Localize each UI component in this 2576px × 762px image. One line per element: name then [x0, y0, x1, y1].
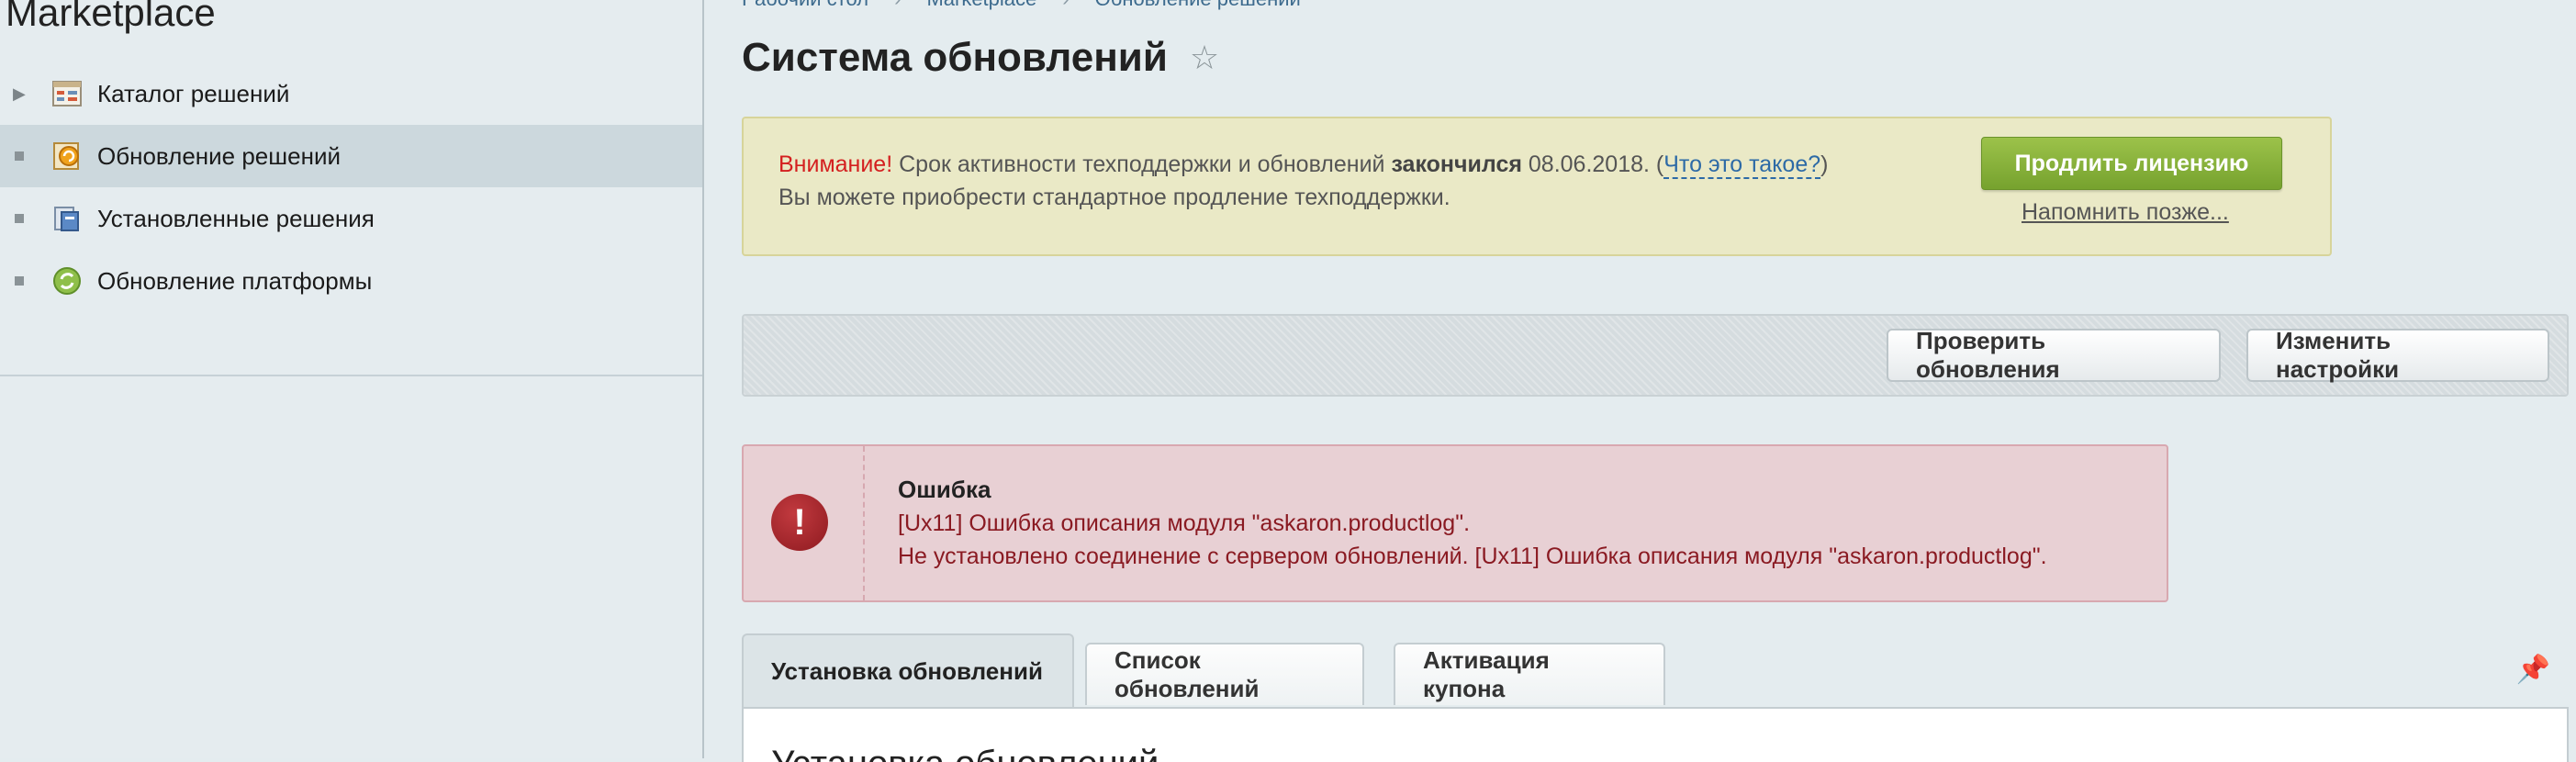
bullet-icon [13, 276, 35, 286]
page-title: Система обновлений [742, 35, 1168, 80]
sidebar-item-catalog[interactable]: ▶ Каталог решений [0, 62, 702, 125]
catalog-icon [51, 78, 83, 109]
error-message: ! Ошибка [Ux11] Ошибка описания модуля "… [742, 444, 2168, 602]
breadcrumb-separator: › [1062, 0, 1069, 11]
error-icon-area: ! [744, 446, 865, 600]
warning-close-paren: ) [1820, 151, 1829, 177]
installed-icon [51, 203, 83, 234]
page-title-row: Система обновлений ☆ [742, 35, 1219, 81]
platform-update-icon [51, 265, 83, 297]
breadcrumb-item-update-solutions[interactable]: Обновление решений [1095, 0, 1301, 11]
tab-updates-list[interactable]: Список обновлений [1085, 643, 1364, 705]
sidebar-item-label: Обновление решений [97, 141, 341, 170]
tab-install-updates[interactable]: Установка обновлений [742, 633, 1074, 707]
pin-icon[interactable]: 📌 [2516, 654, 2550, 686]
sidebar-item-label: Каталог решений [97, 79, 290, 107]
bullet-icon [13, 214, 35, 223]
warning-text: Внимание! Срок активности техподдержки и… [778, 148, 1828, 214]
error-icon: ! [771, 494, 828, 551]
bullet-icon [13, 151, 35, 161]
sidebar-item-label: Установленные решения [97, 204, 375, 232]
warning-text-part: Срок активности техподдержки и обновлени… [892, 151, 1392, 177]
content-heading: Установка обновлений [771, 744, 1159, 762]
sidebar-item-update-solutions[interactable]: Обновление решений [0, 125, 702, 187]
error-line: Не установлено соединение с сервером обн… [898, 543, 2047, 569]
breadcrumb-item-desktop[interactable]: Рабочий стол [742, 0, 868, 11]
change-settings-button[interactable]: Изменить настройки [2246, 327, 2549, 383]
breadcrumb-separator: › [894, 0, 901, 11]
remind-later-link[interactable]: Напомнить позже... [2022, 199, 2229, 226]
expand-arrow-icon[interactable]: ▶ [13, 84, 35, 104]
sidebar-item-platform-update[interactable]: Обновление платформы [0, 250, 702, 312]
toolbar: Проверить обновления Изменить настройки [742, 314, 2569, 397]
sidebar-list: ▶ Каталог решений Обновление решений Уст… [0, 62, 702, 312]
star-icon[interactable]: ☆ [1190, 39, 1219, 77]
tab-content-panel: Установка обновлений [742, 707, 2569, 762]
sidebar-item-label: Обновление платформы [97, 266, 373, 295]
sidebar-item-installed[interactable]: Установленные решения [0, 187, 702, 250]
warning-attention: Внимание! [778, 151, 893, 177]
breadcrumb-item-marketplace[interactable]: Marketplace [926, 0, 1036, 11]
tabs: Установка обновлений Список обновлений А… [742, 633, 2569, 707]
check-updates-button[interactable]: Проверить обновления [1887, 327, 2221, 383]
error-title: Ошибка [898, 476, 991, 503]
main-content: Рабочий стол › Marketplace › Обновление … [742, 0, 2569, 762]
license-warning: Внимание! Срок активности техподдержки и… [742, 117, 2332, 256]
warning-date: 08.06.2018. ( [1521, 151, 1664, 177]
what-is-this-link[interactable]: Что это такое? [1663, 151, 1821, 179]
sidebar-divider [0, 375, 702, 376]
sidebar-title: Marketplace [6, 0, 216, 34]
renew-license-button[interactable]: Продлить лицензию [1981, 137, 2282, 190]
error-line: [Ux11] Ошибка описания модуля "askaron.p… [898, 510, 1471, 536]
tab-coupon-activation[interactable]: Активация купона [1394, 643, 1665, 705]
update-solutions-icon [51, 140, 83, 172]
breadcrumb: Рабочий стол › Marketplace › Обновление … [742, 0, 1301, 11]
warning-line2: Вы можете приобрести стандартное продлен… [778, 185, 1450, 210]
sidebar: Marketplace ▶ Каталог решений Обновление… [0, 0, 704, 758]
warning-bold: закончился [1391, 151, 1522, 177]
